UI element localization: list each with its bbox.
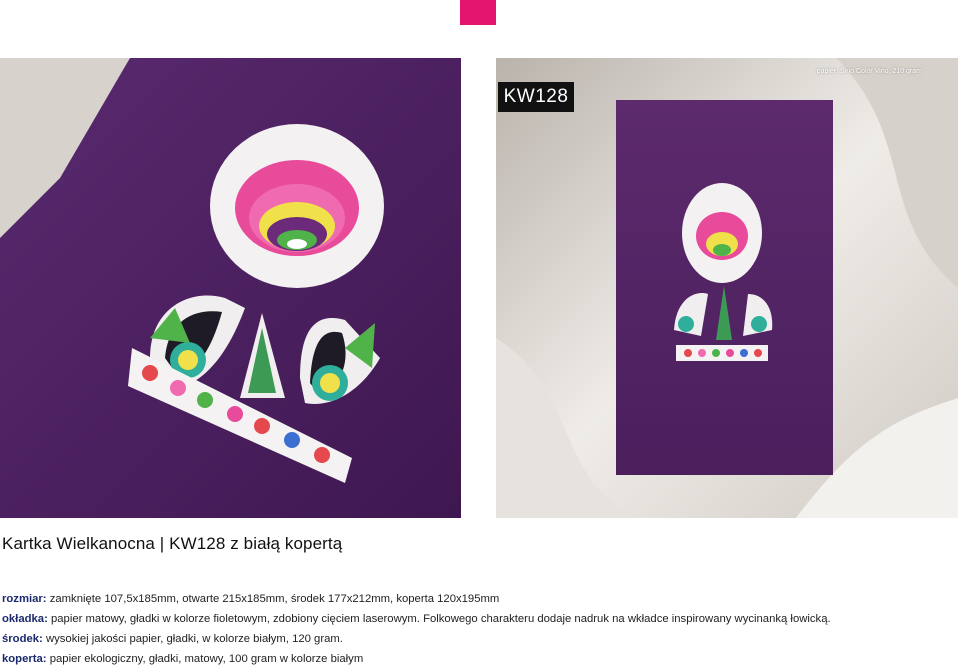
spec-row-size: rozmiar: zamknięte 107,5x185mm, otwarte … (2, 589, 958, 609)
spec-value: zamknięte 107,5x185mm, otwarte 215x185mm… (46, 593, 500, 605)
product-title: Kartka Wielkanocna | KW128 z białą koper… (2, 534, 343, 553)
spec-value: papier ekologiczny, gładki, matowy, 100 … (46, 653, 364, 665)
spec-row-cover: okładka: papier matowy, gładki w kolorze… (2, 609, 958, 629)
product-photo-closeup (0, 58, 461, 518)
product-code-badge: KW128 (498, 82, 574, 112)
spec-list: rozmiar: zamknięte 107,5x185mm, otwarte … (2, 589, 958, 669)
spec-key: koperta: (2, 653, 47, 665)
full-card-illustration (496, 58, 958, 518)
spec-value: papier matowy, gładki w kolorze fioletow… (47, 613, 831, 625)
spec-row-inside: środek: wysokiej jakości papier, gładki,… (2, 629, 958, 649)
spec-key: okładka: (2, 613, 48, 625)
spec-value: wysokiej jakości papier, gładki, w kolor… (42, 633, 343, 645)
spec-row-envelope: koperta: papier ekologiczny, gładki, mat… (2, 649, 958, 669)
closeup-illustration (0, 58, 461, 518)
accent-square (460, 0, 496, 25)
product-photo-full: KW128 papier: Sirio Color Vino, 210 gram (496, 58, 958, 518)
spec-key: środek: (2, 633, 43, 645)
spec-key: rozmiar: (2, 593, 47, 605)
paper-note: papier: Sirio Color Vino, 210 gram (816, 68, 922, 75)
